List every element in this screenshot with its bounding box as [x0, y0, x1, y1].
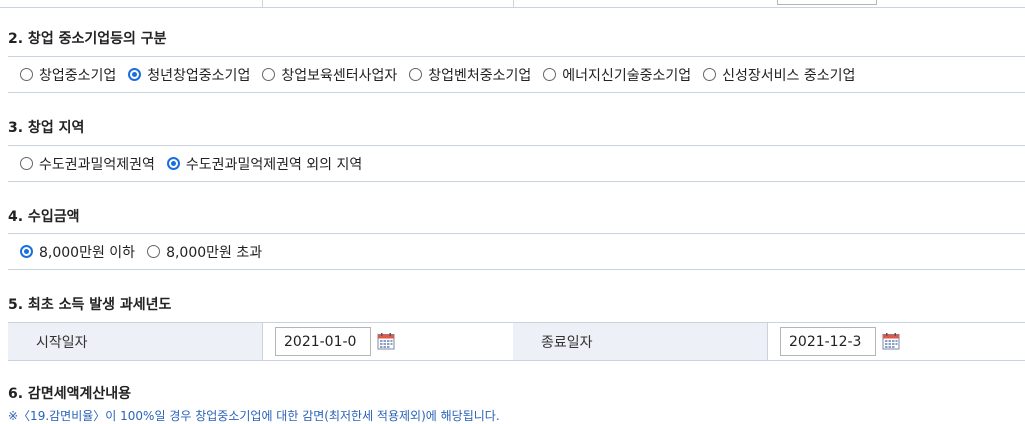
radio-button[interactable] — [147, 245, 161, 258]
region-options: 수도권과밀억제권역 수도권과밀억제권역 외의 지역 — [8, 145, 1025, 182]
section-title-region: 3. 창업 지역 — [8, 120, 85, 136]
reduction-note: ※〈19.감면비율〉이 100%일 경우 창업중소기업에 대한 감면(최저한세 … — [8, 409, 500, 423]
calendar-icon[interactable] — [882, 332, 900, 350]
start-date-cell — [262, 323, 514, 360]
end-date-cell — [767, 323, 1025, 360]
previous-section-bottom — [0, 0, 1025, 8]
revenue-options: 8,000만원 이하 8,000만원 초과 — [8, 233, 1025, 270]
radio-option[interactable]: 신성장서비스 중소기업 — [703, 65, 855, 85]
radio-option[interactable]: 창업보육센터사업자 — [262, 65, 397, 85]
radio-button[interactable] — [20, 68, 33, 81]
end-date-label: 종료일자 — [513, 323, 767, 360]
radio-option[interactable]: 수도권과밀억제권역 — [20, 154, 155, 174]
end-date-input[interactable] — [780, 327, 876, 356]
date-input-partial[interactable] — [777, 0, 877, 5]
company-type-options: 창업중소기업 청년창업중소기업 창업보육센터사업자 창업벤처중소기업 에너지신기… — [8, 56, 1025, 93]
radio-option[interactable]: 창업벤처중소기업 — [409, 65, 531, 85]
radio-button[interactable] — [409, 68, 423, 81]
section-title-revenue: 4. 수입금액 — [8, 209, 80, 225]
radio-button[interactable] — [128, 68, 142, 81]
tax-year-period-row: 시작일자 종료일자 — [8, 322, 1025, 361]
radio-button[interactable] — [262, 68, 276, 81]
section-title-tax-calc: 6. 감면세액계산내용 — [8, 386, 131, 402]
start-date-input[interactable] — [275, 327, 371, 356]
radio-option[interactable]: 창업중소기업 — [20, 65, 116, 85]
section-title-company-type: 2. 창업 중소기업등의 구분 — [8, 31, 167, 47]
section-title-tax-year: 5. 최초 소득 발생 과세년도 — [8, 297, 172, 313]
radio-option[interactable]: 에너지신기술중소기업 — [543, 65, 691, 85]
radio-option[interactable]: 8,000만원 이하 — [20, 242, 135, 262]
radio-button[interactable] — [20, 245, 33, 258]
radio-option[interactable]: 8,000만원 초과 — [147, 242, 262, 262]
radio-button[interactable] — [20, 157, 33, 170]
radio-button[interactable] — [703, 68, 717, 81]
radio-button[interactable] — [543, 68, 557, 81]
radio-button[interactable] — [166, 157, 180, 170]
radio-option[interactable]: 수도권과밀억제권역 외의 지역 — [166, 154, 362, 174]
start-date-label: 시작일자 — [8, 323, 262, 360]
calendar-icon[interactable] — [377, 332, 395, 350]
radio-option[interactable]: 청년창업중소기업 — [128, 65, 250, 85]
